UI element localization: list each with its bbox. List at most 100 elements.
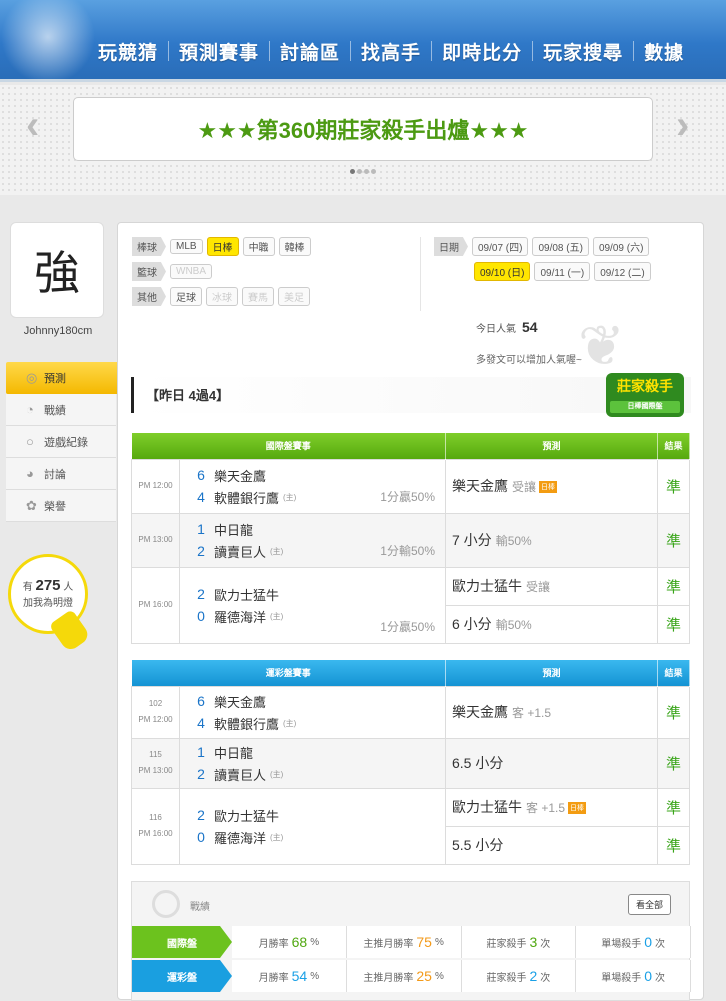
filter-chip[interactable]: 09/10 (日)	[474, 262, 531, 281]
stat-value: 2	[529, 968, 538, 984]
side-menu-label: 戰績	[44, 404, 66, 417]
prediction: 歐力士猛牛客 +1.5 日棒	[445, 787, 658, 827]
filter-chip[interactable]: 中職	[242, 237, 275, 256]
nav-item[interactable]: 預測賽事	[169, 38, 269, 65]
filter-chip[interactable]: 09/11 (一)	[534, 262, 591, 281]
filter-chip[interactable]: 美足	[278, 287, 310, 306]
stats-panel: 戰績 看全部 國際盤 月勝率 68% 主推月勝率 75% 莊家殺手 3 次單場殺手 0 次運彩盤月…	[131, 881, 691, 1001]
stat-value: 54	[291, 968, 308, 984]
stat-key: 莊家殺手	[486, 972, 527, 984]
top-nav: 玩競猜 預測賽事 討論區 找高手 即時比分 玩家搜尋 數據	[0, 0, 726, 82]
nav-item[interactable]: 玩家搜尋	[533, 38, 633, 65]
stat-key: 單場殺手	[601, 938, 642, 950]
filter-chip[interactable]: 09/07 (四)	[472, 237, 529, 256]
match-time: PM 13:00	[131, 512, 180, 568]
stat-key: 莊家殺手	[486, 938, 527, 950]
filter-chip[interactable]: 賽馬	[242, 287, 274, 306]
table-header: 運彩盤賽事	[131, 660, 446, 686]
filter-chip[interactable]: 冰球	[206, 287, 238, 306]
nav-item[interactable]: 討論區	[270, 38, 350, 65]
stat-value: 0	[644, 968, 653, 984]
prediction-detail: 客 +1.5	[526, 801, 566, 815]
intl-table: 國際盤賽事 預測 結果 PM 12:00 6 樂天金鷹 4 軟體銀行鷹 (主) 1分贏50% 樂天金…	[131, 433, 690, 644]
popularity: 今日人氣 54	[476, 319, 538, 335]
chat-icon: ◕	[26, 466, 34, 481]
filter-other: 其他 足球 冰球 賽馬 美足	[132, 287, 310, 306]
filter-chip[interactable]: WNBA	[170, 264, 212, 279]
team-name[interactable]: 中日龍	[214, 743, 253, 762]
match-time: PM 16:00	[131, 566, 180, 644]
team-name[interactable]: 中日龍	[214, 520, 253, 539]
stat-unit: %	[310, 970, 320, 982]
team-line: 2 歐力士猛牛	[180, 583, 445, 605]
team-score: 2	[197, 586, 205, 602]
banner-next-arrow[interactable]: ›	[676, 103, 689, 148]
match-code: 115	[149, 750, 162, 759]
side-menu-item[interactable]: ◔ 戰績	[6, 394, 116, 426]
table-header: 預測	[445, 433, 658, 459]
match-time-text: PM 12:00	[138, 715, 173, 724]
side-menu-item[interactable]: ✿ 榮譽	[6, 490, 116, 522]
nav-item[interactable]: 玩競猜	[88, 38, 168, 65]
nav-item[interactable]: 即時比分	[432, 38, 532, 65]
match-time-text: PM 13:00	[138, 535, 173, 544]
target-icon: ◎	[26, 370, 38, 385]
team-name[interactable]: 樂天金鷹	[214, 466, 266, 485]
match-code: 102	[148, 699, 163, 708]
team-score: 6	[197, 693, 205, 709]
banner-prev-arrow[interactable]: ‹	[26, 103, 39, 148]
prediction: 6.5 小分	[445, 737, 658, 789]
team-name[interactable]: 軟體銀行鷹	[214, 488, 279, 507]
team-name[interactable]: 羅德海洋	[214, 828, 266, 847]
result: 準	[657, 458, 690, 514]
stat-cell: 月勝率 68%	[232, 926, 347, 958]
filter-chip[interactable]: 日棒	[206, 237, 239, 256]
nav-item[interactable]: 數據	[634, 38, 694, 65]
username: Johnny180cm	[23, 325, 93, 337]
result: 準	[657, 825, 690, 865]
team-line: 6 樂天金鷹	[180, 690, 445, 712]
banner-slide[interactable]: ★★★第360期莊家殺手出爐★★★	[73, 97, 653, 161]
team-name[interactable]: 樂天金鷹	[214, 692, 266, 711]
team-name[interactable]: 讀賣巨人	[214, 765, 266, 784]
filter-chip[interactable]: 足球	[170, 287, 202, 306]
team-score: 4	[197, 715, 205, 731]
filter-chip[interactable]: MLB	[170, 239, 203, 254]
team-name[interactable]: 歐力士猛牛	[214, 806, 279, 825]
filter-chip[interactable]: 09/08 (五)	[532, 237, 589, 256]
banner-text: ★★★第360期莊家殺手出爐★★★	[197, 118, 529, 143]
stats-row: 運彩盤 月勝率 54% 主推月勝率 25% 莊家殺手 2 次單場殺手 0 次	[132, 960, 691, 992]
filter-chip[interactable]: 09/09 (六)	[592, 237, 650, 256]
team-score: 0	[197, 608, 205, 624]
nav-item[interactable]: 找高手	[351, 38, 431, 65]
home-marker: (主)	[270, 546, 284, 556]
see-all-button[interactable]: 看全部	[627, 894, 671, 915]
team-name[interactable]: 讀賣巨人	[214, 542, 266, 561]
page-dot[interactable]	[357, 169, 362, 174]
match-time: 115 PM 13:00	[131, 737, 180, 789]
team-name[interactable]: 軟體銀行鷹	[214, 714, 279, 733]
side-menu-item[interactable]: ◕ 討論	[6, 458, 116, 490]
filter-tag: 其他	[132, 287, 166, 306]
filter-chip[interactable]: 韓棒	[278, 237, 311, 256]
stat-value: 75	[416, 934, 432, 950]
page-dot[interactable]	[371, 169, 376, 174]
avatar[interactable]: 強	[10, 222, 104, 318]
match-time-text: PM 12:00	[138, 481, 173, 490]
table-header: 結果	[657, 433, 690, 459]
page-dot[interactable]	[364, 169, 369, 174]
filter-date: 日期 09/07 (四) 09/08 (五) 09/09 (六)	[434, 237, 650, 256]
table-header-row: 運彩盤賽事 預測 結果	[131, 660, 690, 686]
team-name[interactable]: 羅德海洋	[214, 607, 266, 626]
prediction-main: 樂天金鷹	[452, 478, 508, 494]
side-menu-item[interactable]: ◎ 預測	[6, 362, 124, 394]
team-name[interactable]: 歐力士猛牛	[214, 585, 279, 604]
side-menu-item[interactable]: ○ 遊戲紀錄	[6, 426, 116, 458]
stat-cell: 主推月勝率 75%	[346, 926, 462, 958]
filter-chip[interactable]: 09/12 (二)	[594, 262, 651, 281]
popularity-label: 今日人氣	[476, 324, 516, 335]
stats-label: 運彩盤	[132, 960, 232, 992]
page-dot[interactable]	[350, 169, 355, 174]
banker-killer-badge: 莊家殺手 日棒國際盤	[606, 373, 684, 417]
side-menu: ◎ 預測 ◔ 戰績 ○ 遊戲紀錄 ◕ 討論 ✿ 榮譽	[6, 362, 124, 522]
